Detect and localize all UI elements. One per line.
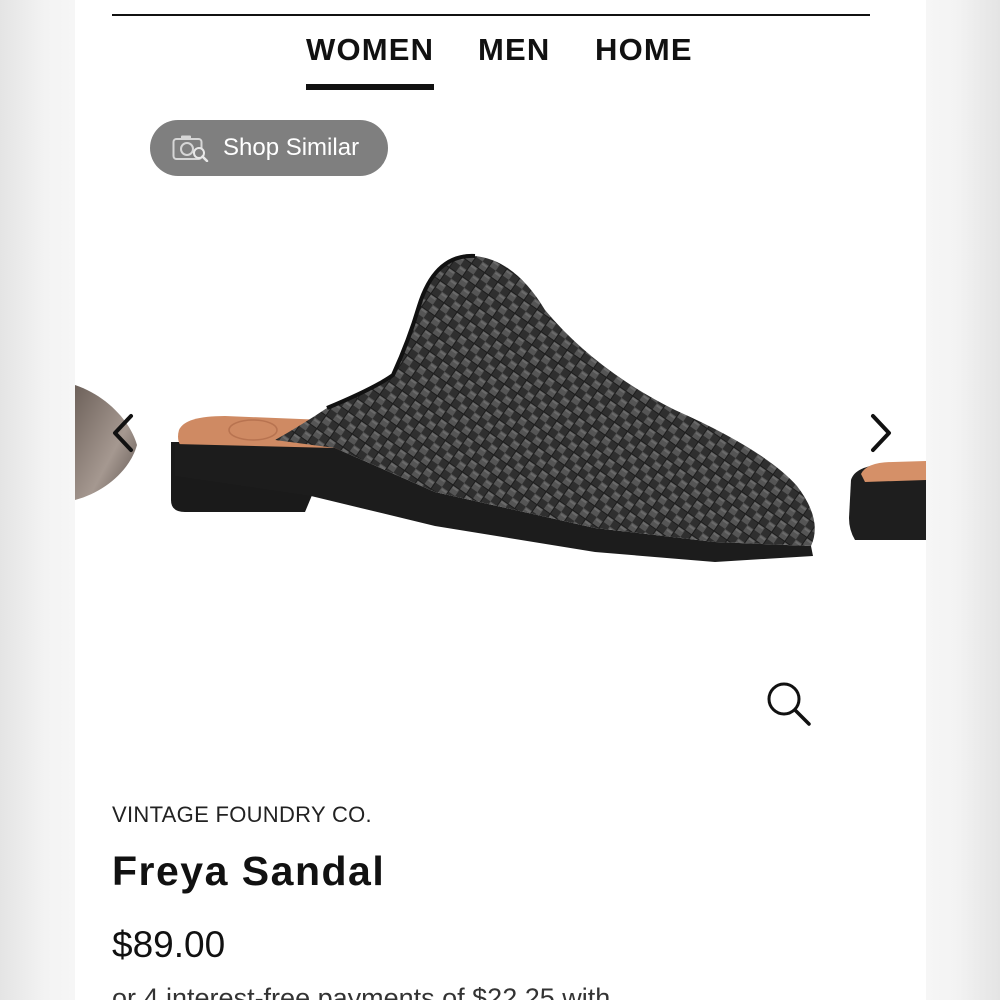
active-tab-underline (306, 84, 435, 90)
header-divider (112, 14, 870, 16)
tab-home-label: HOME (595, 32, 693, 67)
shop-similar-label: Shop Similar (223, 134, 360, 161)
tab-home[interactable]: HOME (595, 32, 693, 90)
zoom-icon[interactable] (763, 678, 813, 728)
installment-text: or 4 interest-free payments of $22.25 wi… (112, 983, 611, 1000)
product-page: WOMEN MEN HOME Shop Similar VINTAGE FOUN… (75, 0, 926, 1000)
chevron-left-icon[interactable] (105, 408, 145, 458)
product-image (75, 253, 926, 562)
product-price: $89.00 (112, 924, 226, 965)
product-brand[interactable]: VINTAGE FOUNDRY CO. (112, 802, 372, 828)
shop-similar-button[interactable]: Shop Similar (150, 120, 388, 176)
tab-women[interactable]: WOMEN (306, 32, 435, 90)
category-nav: WOMEN MEN HOME (75, 32, 926, 92)
tab-men[interactable]: MEN (478, 32, 551, 90)
camera-search-icon (172, 135, 209, 162)
tab-women-label: WOMEN (306, 32, 435, 67)
tab-men-label: MEN (478, 32, 551, 67)
product-title: Freya Sandal (112, 848, 386, 894)
right-background (926, 0, 1000, 1000)
chevron-right-icon[interactable] (861, 408, 901, 458)
left-background (0, 0, 75, 1000)
